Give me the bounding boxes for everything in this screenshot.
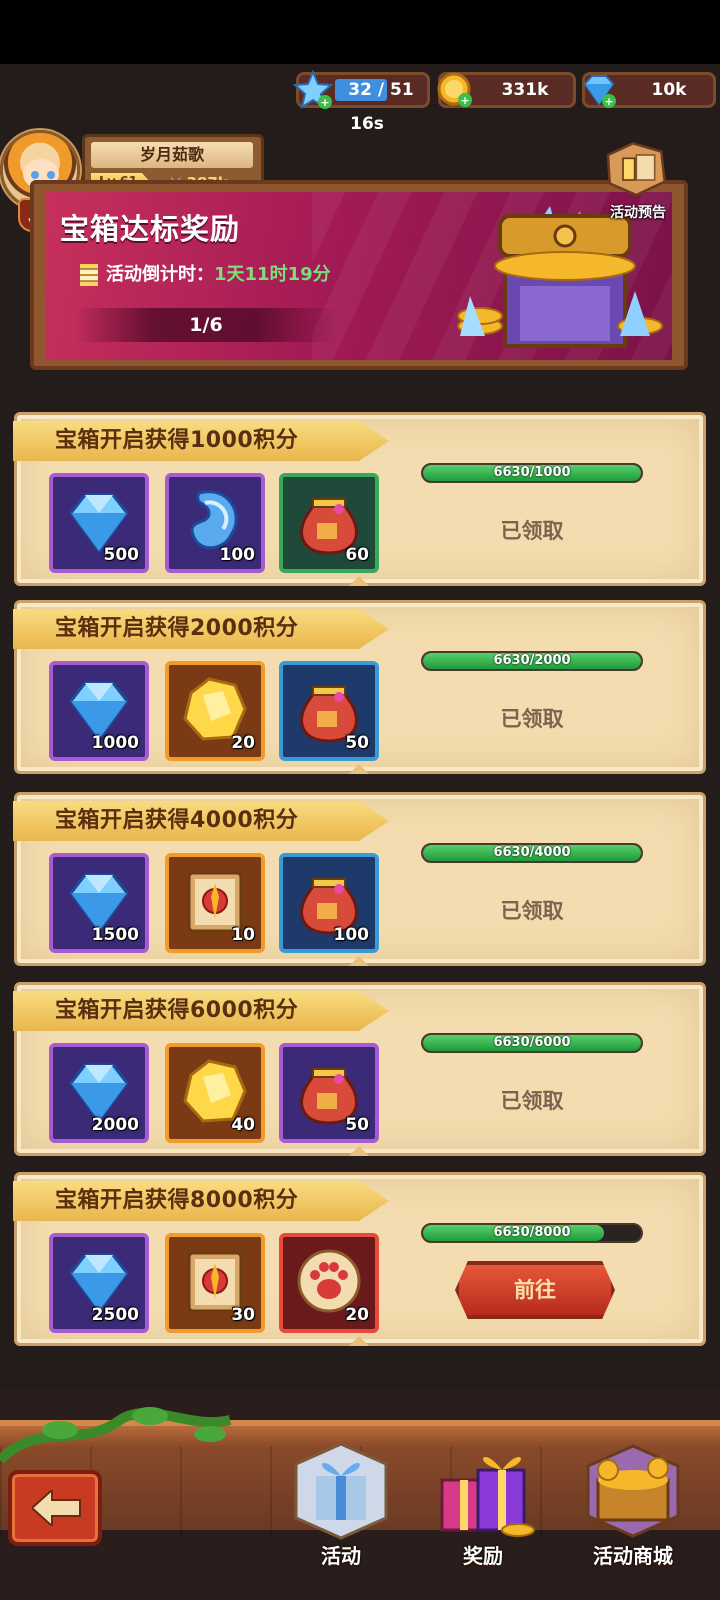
nav-shop[interactable]: 活动商城 [568, 1440, 698, 1590]
reward-tier-card: 宝箱开启获得1000积分 500 100 60 6630/1000 已领取 [13, 412, 706, 586]
reward-tier-card: 宝箱开启获得8000积分 2500 30 20 6630/8000 前往 [13, 1172, 706, 1346]
reward-quantity: 2500 [91, 1305, 139, 1325]
card-pointer [349, 764, 369, 774]
event-countdown: 活动倒计时：1天11时19分 [80, 260, 331, 286]
card-pointer [349, 1336, 369, 1346]
diamond-icon: + [583, 75, 616, 108]
reward-quantity: 10 [231, 925, 255, 945]
card-pointer [349, 576, 369, 586]
tier-progress-text: 6630/2000 [493, 653, 571, 668]
reward-item[interactable]: 2000 [49, 1043, 149, 1143]
gold-coin-icon: + [437, 72, 472, 107]
nav-rewards-label: 奖励 [463, 1544, 503, 1568]
player-name: 岁月茹歌 [91, 142, 253, 168]
reward-item[interactable]: 50 [279, 1043, 379, 1143]
tier-header: 宝箱开启获得2000积分 [13, 609, 389, 649]
tier-progress-text: 6630/6000 [493, 1035, 571, 1050]
reward-item[interactable]: 1000 [49, 661, 149, 761]
reward-item[interactable]: 30 [165, 1233, 265, 1333]
tier-claimed-status: 已领取 [500, 1089, 564, 1113]
tier-go-button[interactable]: 前往 [455, 1261, 615, 1319]
tier-header: 宝箱开启获得6000积分 [13, 991, 389, 1031]
reward-quantity: 100 [333, 925, 370, 945]
tier-progress-text: 6630/8000 [493, 1225, 571, 1240]
stamina-max: 51 [390, 80, 414, 100]
reward-item[interactable]: 20 [279, 1233, 379, 1333]
tier-progress-text: 6630/1000 [493, 465, 571, 480]
tier-claimed-status: 已领取 [500, 899, 564, 923]
reward-quantity: 30 [231, 1305, 255, 1325]
event-preview-label: 活动预告 [610, 205, 666, 221]
tier-progress-text: 6630/4000 [493, 845, 571, 860]
reward-quantity: 500 [103, 545, 140, 565]
reward-quantity: 50 [345, 733, 369, 753]
reward-item[interactable]: 500 [49, 473, 149, 573]
gift-pile-icon [440, 1456, 535, 1537]
reward-quantity: 1000 [91, 733, 139, 753]
reward-tier-card: 宝箱开启获得6000积分 2000 40 50 6630/6000 已领取 [13, 982, 706, 1156]
diamond-resource[interactable]: + 10k [582, 72, 716, 108]
stamina-resource[interactable]: + 32 / 51 [293, 70, 430, 110]
reward-quantity: 2000 [91, 1115, 139, 1135]
reward-item[interactable]: 1500 [49, 853, 149, 953]
reward-quantity: 50 [345, 1115, 369, 1135]
tier-header: 宝箱开启获得8000积分 [13, 1181, 389, 1221]
gold-value: 331k [501, 80, 549, 100]
reward-item[interactable]: 2500 [49, 1233, 149, 1333]
nav-activity-label: 活动 [321, 1544, 361, 1568]
reward-item[interactable]: 10 [165, 853, 265, 953]
status-bar [0, 0, 720, 64]
screen: { "player": {"name": "岁月茹歌", "level": "L… [0, 0, 720, 1600]
tier-header: 宝箱开启获得4000积分 [13, 801, 389, 841]
player-panel[interactable]: 3VIP 岁月茹歌 Lv.61 ⚔387k [0, 64, 270, 232]
tier-progress-bar: 6630/4000 [421, 843, 643, 863]
tier-claimed-status: 已领取 [500, 519, 564, 543]
nav-shop-label: 活动商城 [593, 1544, 673, 1568]
tier-header: 宝箱开启获得1000积分 [13, 421, 389, 461]
back-arrow-icon [32, 1490, 81, 1526]
svg-text:+: + [320, 96, 329, 109]
tier-progress-bar: 6630/6000 [421, 1033, 643, 1053]
stamina-current: 32 [348, 80, 372, 100]
hourglass-icon [80, 264, 98, 286]
star-icon: + [293, 70, 333, 110]
card-pointer [349, 1146, 369, 1156]
reward-item[interactable]: 50 [279, 661, 379, 761]
tier-claimed-status: 已领取 [500, 707, 564, 731]
reward-item[interactable]: 100 [165, 473, 265, 573]
reward-quantity: 100 [219, 545, 256, 565]
vine-decoration [0, 1407, 232, 1464]
reward-tier-card: 宝箱开启获得2000积分 1000 20 50 6630/2000 已领取 [13, 600, 706, 774]
tier-progress-bar: 6630/2000 [421, 651, 643, 671]
card-pointer [349, 956, 369, 966]
reward-quantity: 20 [231, 733, 255, 753]
event-title: 宝箱达标奖励 [60, 212, 241, 246]
svg-text:+: + [604, 95, 613, 108]
diamond-value: 10k [651, 80, 687, 100]
reward-item[interactable]: 40 [165, 1043, 265, 1143]
event-preview-button[interactable]: 活动预告 [596, 140, 680, 224]
treasure-pile-icon [586, 1444, 680, 1538]
tier-progress-bar: 6630/8000 [421, 1223, 643, 1243]
countdown-value: 1天11时19分 [214, 264, 331, 285]
reward-quantity: 40 [231, 1115, 255, 1135]
stamina-regen-timer: 16s [350, 114, 384, 134]
reward-item[interactable]: 60 [279, 473, 379, 573]
gift-box-icon [294, 1442, 388, 1540]
back-button[interactable] [8, 1470, 102, 1546]
gold-resource[interactable]: + 331k [437, 72, 576, 108]
reward-quantity: 60 [345, 545, 369, 565]
nav-activity[interactable]: 活动 [276, 1440, 406, 1590]
reward-tier-card: 宝箱开启获得4000积分 1500 10 100 6630/4000 已领取 [13, 792, 706, 966]
nav-rewards[interactable]: 奖励 [418, 1440, 548, 1590]
event-progress: 1/6 [76, 308, 336, 342]
reward-quantity: 20 [345, 1305, 369, 1325]
reward-item[interactable]: 20 [165, 661, 265, 761]
reward-quantity: 1500 [91, 925, 139, 945]
scroll-hourglass-icon [606, 142, 667, 197]
reward-item[interactable]: 100 [279, 853, 379, 953]
tier-progress-bar: 6630/1000 [421, 463, 643, 483]
svg-text:+: + [460, 94, 469, 107]
